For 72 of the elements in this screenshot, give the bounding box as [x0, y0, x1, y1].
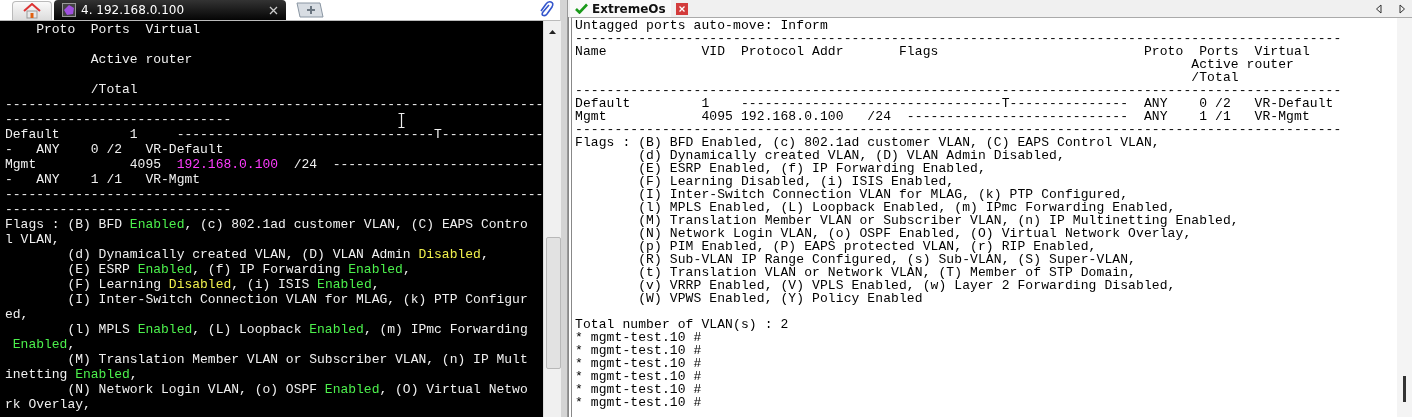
terminal-line: (I) Inter-Switch Connection VLAN for MLAG, (k) PTP Configur: [66, 292, 528, 307]
terminal-line: inetting Enabled,: [5, 367, 138, 382]
terminal-line: l VLAN,: [5, 232, 60, 247]
session-tab[interactable]: ExtremeOs: [570, 0, 671, 17]
terminal-line: - ANY 1 /1 VR-Mgmt: [5, 172, 201, 187]
terminal-line: (d) Dynamically created VLAN, (D) VLAN Admin Disabled,: [637, 149, 1066, 162]
home-icon: [23, 3, 41, 19]
terminal-icon: [62, 3, 76, 17]
terminal-line: Default 1 ---------------------------------T--------------- ANY 0 /2 VR-Default: [575, 97, 1335, 110]
terminal-line: (N) Network Login VLAN, (o) OSPF Enabled, (O) Virtual Netwo: [66, 382, 528, 397]
terminal-line: (E) ESRP Enabled, (f) IP Forwarding Enabled,: [637, 162, 987, 175]
terminal-line: - ANY 0 /2 VR-Default: [5, 142, 224, 157]
terminal-line: Active router: [1190, 58, 1295, 71]
new-tab-button[interactable]: [294, 2, 324, 18]
session-tab[interactable]: 4. 192.168.0.100: [54, 0, 286, 20]
terminal-line: -------------------------------------------------------------------------------------------------: [575, 123, 1343, 136]
terminal-line: (M) Translation Member VLAN or Subscriber VLAN, (n) IP Multinetting Enabled,: [637, 214, 1240, 227]
scroll-thumb[interactable]: [1403, 376, 1406, 402]
scroll-left-icon[interactable]: [1375, 3, 1383, 14]
terminal-line: Mgmt 4095 192.168.0.100 /24 ---------------------------: [5, 157, 544, 172]
terminal-line: Untagged ports auto-move: Inform: [575, 19, 829, 32]
terminal-line: (v) VRRP Enabled, (V) VPLS Enabled, (w) Layer 2 Forwarding Disabled,: [637, 279, 1177, 292]
terminal-line: (p) PIM Enabled, (P) EAPS protected VLAN, (r) RIP Enabled,: [637, 240, 1098, 253]
scrollbar[interactable]: [543, 21, 562, 417]
terminal-line: (M) Translation Member VLAN or Subscriber VLAN, (n) IP Mult: [66, 352, 528, 367]
terminal-screen[interactable]: [568, 17, 1412, 417]
terminal-line: (l) MPLS Enabled, (L) Loopback Enabled, (m) IPmc Forwarding: [66, 322, 528, 337]
terminal-line: * mgmt-test.10 #: [575, 370, 703, 383]
terminal-line: (d) Dynamically created VLAN, (D) VLAN Admin Disabled,: [66, 247, 489, 262]
terminal-line: * mgmt-test.10 #: [575, 357, 703, 370]
terminal-line: (F) Learning Disabled, (i) ISIS Enabled,: [66, 277, 380, 292]
scroll-right-icon[interactable]: [1398, 3, 1406, 14]
terminal-line: * mgmt-test.10 #: [575, 396, 703, 409]
terminal-line: * mgmt-test.10 #: [575, 344, 703, 357]
close-icon[interactable]: [269, 5, 278, 15]
tab-title: 4. 192.168.0.100: [81, 3, 185, 17]
terminal-screen[interactable]: [0, 21, 560, 417]
scroll-thumb[interactable]: [546, 237, 562, 369]
terminal-line: Enabled,: [11, 337, 76, 352]
terminal-line: (F) Learning Disabled, (i) ISIS Enabled,: [637, 175, 956, 188]
terminal-line: (E) ESRP Enabled, (f) IP Forwarding Enabled,: [66, 262, 411, 277]
terminal-line: ed,: [5, 307, 29, 322]
terminal-line: -----------------------------: [5, 112, 232, 127]
paperclip-icon[interactable]: [538, 0, 554, 18]
terminal-line: (t) Translation VLAN or Network VLAN, (T) Member of STP Domain,: [637, 266, 1137, 279]
terminal-line: (R) Sub-VLAN IP Range Configured, (s) Sub-VLAN, (S) Super-VLAN,: [637, 253, 1137, 266]
terminal-line: Proto Ports Virtual: [35, 22, 201, 37]
terminal-line: /Total: [1190, 71, 1240, 84]
terminal-line: Flags : (B) BFD Enabled, (c) 802.1ad customer VLAN, (C) EAPS Control VLAN,: [575, 136, 1161, 149]
terminal-line: -------------------------------------------------------------------------------------------------: [575, 84, 1343, 97]
terminal-line: Flags : (B) BFD Enabled, (c) 802.1ad customer VLAN, (C) EAPS Contro: [5, 217, 528, 232]
scrollbar[interactable]: [1397, 18, 1412, 417]
terminal-line: -------------------------------------------------------------------------------------------------: [575, 32, 1343, 45]
terminal-line: (l) MPLS Enabled, (L) Loopback Enabled, (m) IPmc Forwarding Enabled,: [637, 201, 1177, 214]
terminal-line: Mgmt 4095 192.168.0.100 /24 ---------------------------- ANY 1 /1 VR-Mgmt: [575, 110, 1311, 123]
home-tab[interactable]: [12, 1, 52, 20]
terminal-line: /Total: [89, 82, 138, 97]
terminal-line: Active router: [89, 52, 193, 67]
close-button[interactable]: [675, 2, 688, 15]
terminal-line: rk Overlay,: [5, 397, 91, 412]
terminal-line: -----------------------------: [5, 202, 232, 217]
terminal-line: Name VID Protocol Addr Flags Proto Ports Virtual: [575, 45, 1311, 58]
terminal-line: Default 1 ---------------------------------T-------------: [5, 127, 544, 142]
terminal-line: Total number of VLAN(s) : 2: [575, 318, 790, 331]
text-cursor-icon: [398, 113, 405, 128]
terminal-line: (N) Network Login VLAN, (o) OSPF Enabled, (O) Virtual Network Overlay,: [637, 227, 1193, 240]
terminal-line: ---------------------------------------------------------------------: [5, 187, 544, 202]
terminal-line: * mgmt-test.10 #: [575, 331, 702, 344]
terminal-line: (W) VPWS Enabled, (Y) Policy Enabled: [637, 292, 924, 305]
terminal-line: ---------------------------------------------------------------------: [5, 97, 544, 112]
terminal-line: * mgmt-test.10 #: [575, 383, 703, 396]
terminal-line: (I) Inter-Switch Connection VLAN for MLAG, (k) PTP Configured,: [637, 188, 1130, 201]
